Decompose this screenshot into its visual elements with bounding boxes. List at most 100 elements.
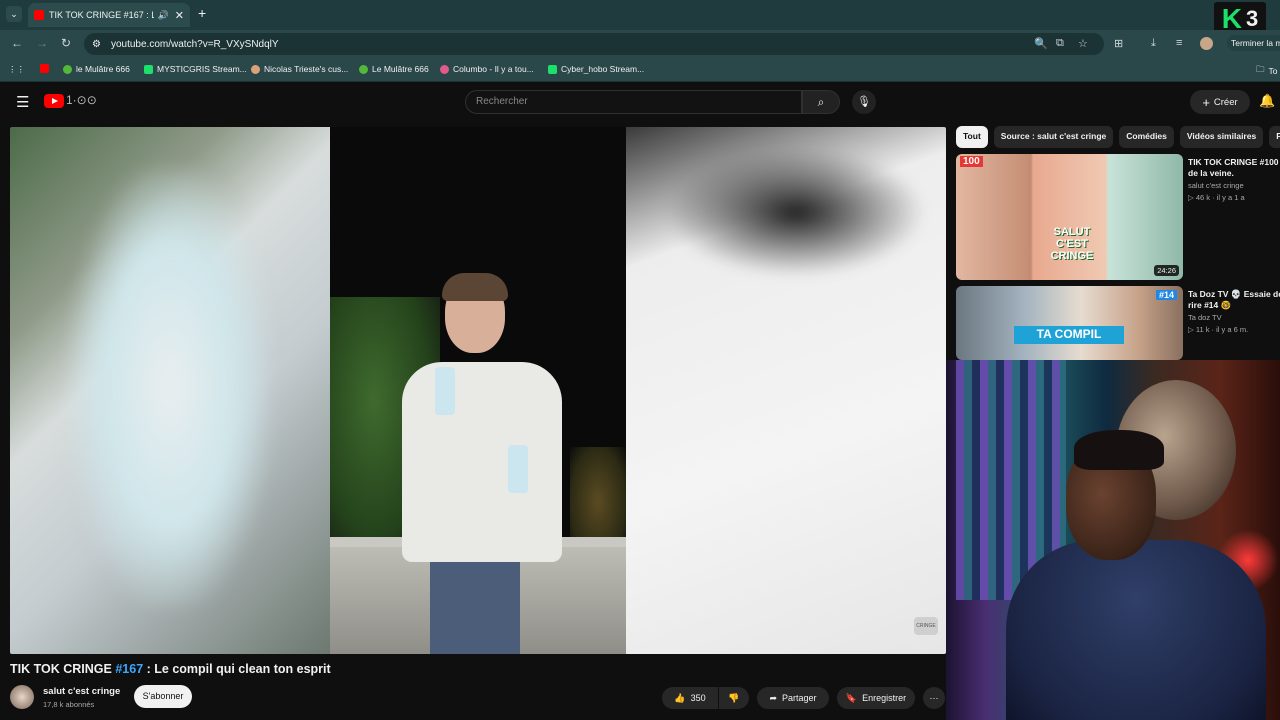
kick-icon	[548, 64, 557, 74]
bookmark-youtube[interactable]	[40, 64, 53, 73]
streamer-hair	[1074, 430, 1164, 470]
share-button[interactable]: ➦ Partager	[757, 687, 829, 709]
browser-tab[interactable]: TIK TOK CRINGE #167 : Le c 🔊 ✕	[28, 3, 190, 27]
bookmark-star-icon[interactable]: ☆	[1078, 37, 1088, 50]
bookmark-icon: 🔖	[845, 692, 858, 703]
download-icon[interactable]: ⤓	[1151, 37, 1156, 50]
video-frame	[330, 127, 626, 654]
address-bar[interactable]: ⚙ youtube.com/watch?v=R_VXySNdqlY 🔍 ⧉ ☆	[84, 33, 1104, 55]
thumbnail-badge: #14	[1155, 290, 1177, 300]
reload-icon[interactable]: ↻	[61, 36, 71, 50]
profile-avatar-icon[interactable]	[1200, 37, 1213, 50]
recommendation-meta: ▷ 46 k · il y a 1 a	[1188, 193, 1245, 202]
bookmark-label: le Mulâtre 666	[76, 64, 130, 74]
folder-label: To	[1268, 66, 1278, 76]
person-legs	[430, 547, 520, 654]
recommendation-title-line2: rire #14 🤓	[1188, 300, 1232, 310]
youtube-doodle-icon[interactable]: 1·⊙⊙	[66, 93, 97, 107]
bookmarks-folder[interactable]: 🗀 To	[1256, 64, 1278, 78]
bookmark-item[interactable]: Nicolas Trieste's cus...	[251, 64, 348, 74]
like-button[interactable]: 👍 350	[662, 687, 718, 709]
thumbnail-text: SALUT C'EST CRINGE	[1050, 226, 1094, 262]
can	[508, 445, 528, 493]
search-input[interactable]: Rechercher	[465, 90, 802, 114]
tab-close-icon[interactable]: ✕	[175, 9, 184, 22]
title-hashtag[interactable]: #167	[115, 662, 143, 676]
media-control-icon[interactable]: ≡	[1176, 37, 1182, 49]
recommendation-channel[interactable]: Ta doz TV	[1188, 313, 1222, 322]
person-body	[402, 362, 562, 562]
flower-icon	[440, 64, 449, 74]
chip-more[interactable]: Po	[1269, 126, 1280, 148]
bookmark-item[interactable]: le Mulâtre 666	[63, 64, 130, 74]
chip-source[interactable]: Source : salut c'est cringe	[993, 126, 1114, 148]
video-title: TIK TOK CRINGE #167 : Le compil qui clea…	[10, 662, 331, 676]
kick-icon	[144, 64, 153, 74]
notifications-bell-icon[interactable]: 🔔	[1259, 93, 1275, 109]
voice-search-button[interactable]: 🎙	[852, 90, 876, 114]
video-blur-left	[10, 127, 330, 654]
bookmark-label: Nicolas Trieste's cus...	[264, 64, 349, 74]
chip-all[interactable]: Tout	[956, 126, 988, 148]
apps-icon[interactable]: ⋮⋮	[8, 64, 25, 75]
title-suffix: : Le compil qui clean ton esprit	[143, 662, 331, 676]
streamer-webcam	[946, 360, 1280, 720]
save-button[interactable]: 🔖 Enregistrer	[837, 687, 915, 709]
menu-icon[interactable]: ☰	[16, 93, 29, 111]
create-button[interactable]: + Créer	[1190, 90, 1250, 114]
browser-toolbar: ← → ↻ ⚙ youtube.com/watch?v=R_VXySNdqlY …	[0, 30, 1280, 58]
share-icon: ➦	[769, 692, 777, 703]
browser-tab-strip: ⌄ TIK TOK CRINGE #167 : Le c 🔊 ✕ +	[0, 0, 1280, 30]
create-label: Créer	[1213, 96, 1238, 108]
new-tab-button[interactable]: +	[198, 5, 206, 21]
bookmark-item[interactable]: Cyber_hobo Stream...	[548, 64, 644, 74]
person-hair	[442, 273, 508, 301]
forward-icon[interactable]: →	[36, 36, 48, 50]
share-label: Partager	[782, 693, 817, 703]
video-thumbnail[interactable]: 100 SALUT C'EST CRINGE 24:26	[956, 154, 1183, 280]
channel-name[interactable]: salut c'est cringe	[43, 686, 120, 697]
plus-icon: +	[1202, 94, 1210, 110]
youtube-logo-icon[interactable]	[44, 94, 64, 108]
recommendation-item[interactable]: 100 SALUT C'EST CRINGE 24:26 TIK TOK CRI…	[956, 154, 1280, 280]
install-app-icon[interactable]: ⧉	[1056, 37, 1064, 50]
thumbs-down-icon: 👎	[728, 692, 740, 703]
save-label: Enregistrer	[862, 693, 907, 703]
recommendation-channel[interactable]: salut c'est cringe	[1188, 181, 1244, 190]
search-button[interactable]: ⌕	[802, 90, 840, 114]
more-icon: ⋯	[929, 692, 939, 703]
youtube-icon	[40, 64, 49, 73]
subscriber-count: 17,8 k abonnés	[43, 700, 95, 709]
recommendation-meta: ▷ 11 k · il y a 6 m.	[1188, 325, 1249, 334]
zoom-icon[interactable]: 🔍	[1034, 37, 1048, 50]
title-prefix: TIK TOK CRINGE	[10, 662, 116, 676]
chip-similar[interactable]: Vidéos similaires	[1179, 126, 1264, 148]
end-session-button[interactable]: Terminer la m	[1227, 35, 1280, 51]
back-icon[interactable]: ←	[11, 36, 23, 50]
site-info-icon[interactable]: ⚙	[92, 39, 101, 50]
video-thumbnail[interactable]: #14 TA COMPIL CRINGE	[956, 286, 1183, 360]
chip-comedies[interactable]: Comédies	[1119, 126, 1174, 148]
video-player[interactable]: CRINGE	[10, 127, 946, 654]
subscribe-button[interactable]: S'abonner	[134, 685, 192, 708]
dislike-button[interactable]: 👎	[719, 687, 749, 709]
bookmark-item[interactable]: Le Mulâtre 666	[359, 64, 429, 74]
bookmark-item[interactable]: Columbo - Il y a tou...	[440, 64, 534, 74]
bookmark-label: Le Mulâtre 666	[372, 64, 429, 74]
bookmark-label: Columbo - Il y a tou...	[453, 64, 534, 74]
bookmarks-bar: ⋮⋮ le Mulâtre 666 MYSTICGRIS Stream... N…	[0, 58, 1280, 82]
bookmark-label: MYSTICGRIS Stream...	[157, 64, 247, 74]
speaker-icon: 🔊	[157, 9, 169, 20]
extensions-icon[interactable]: ⊞	[1114, 37, 1123, 50]
like-count: 350	[690, 693, 706, 703]
recommendation-chips: Tout Source : salut c'est cringe Comédie…	[956, 126, 1280, 148]
channel-avatar[interactable]	[10, 685, 34, 709]
bookmark-item[interactable]: MYSTICGRIS Stream...	[144, 64, 247, 74]
microphone-icon: 🎙	[857, 96, 871, 108]
more-actions-button[interactable]: ⋯	[923, 687, 945, 709]
search-icon: ⌕	[817, 95, 825, 109]
thumbs-up-icon: 👍	[674, 692, 686, 703]
tab-search-button[interactable]: ⌄	[6, 6, 22, 22]
recommendation-title: Ta Doz TV 💀 Essaie de	[1188, 289, 1280, 299]
youtube-header: ☰ 1·⊙⊙ Rechercher ⌕ 🎙 + Créer 🔔	[0, 83, 1280, 120]
